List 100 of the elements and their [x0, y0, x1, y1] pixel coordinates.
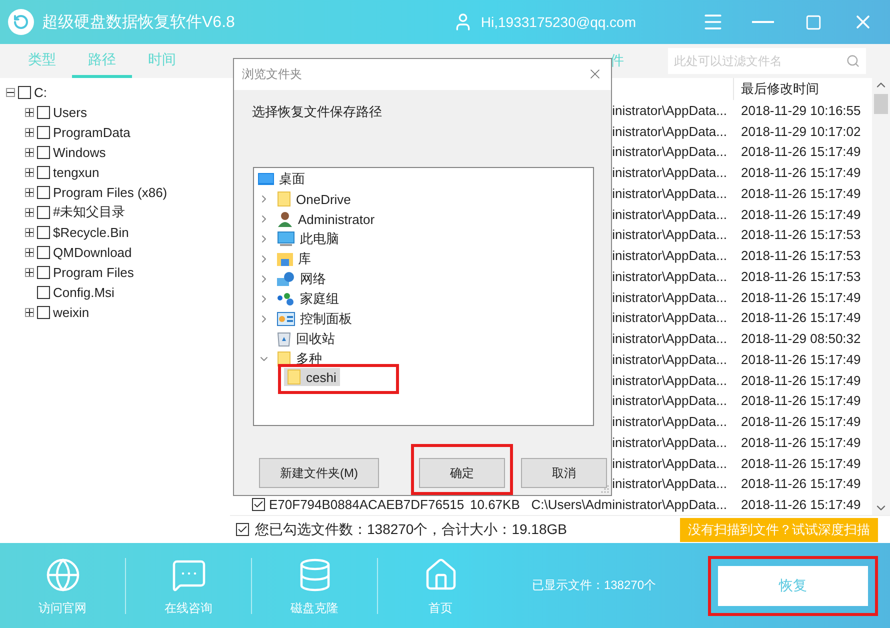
table-cell: inistrator\AppData...: [612, 352, 727, 367]
tree-item[interactable]: $Recycle.Bin: [53, 224, 129, 240]
folder-item[interactable]: 库: [274, 249, 315, 270]
folder-item[interactable]: 回收站: [274, 329, 339, 350]
homegroup-icon: [277, 292, 295, 306]
desktop-icon: [258, 172, 274, 186]
checkbox[interactable]: [37, 306, 50, 318]
expand-icon[interactable]: [25, 228, 34, 236]
folder-item[interactable]: 桌面: [255, 169, 309, 190]
table-cell: inistrator\AppData...: [612, 268, 727, 284]
table-cell: 2018-11-29 10:16:55: [741, 102, 861, 118]
checkbox[interactable]: [37, 226, 50, 238]
table-cell: 2018-11-26 15:17:49: [741, 393, 861, 408]
window-title: 超级硬盘数据恢复软件V6.8: [42, 12, 236, 32]
folder-icon: [277, 191, 291, 208]
expand-icon[interactable]: [25, 168, 34, 176]
tree-item[interactable]: #未知父目录: [53, 203, 126, 221]
checkbox[interactable]: [37, 146, 50, 158]
folder-item[interactable]: 家庭组: [274, 289, 343, 310]
table-cell: 2018-11-26 15:17:49: [741, 165, 861, 180]
checkbox[interactable]: [252, 498, 265, 512]
logo-icon: [8, 9, 34, 35]
network-icon: [277, 271, 295, 288]
user-icon: [277, 211, 293, 228]
checkbox[interactable]: [236, 523, 249, 536]
table-cell: inistrator\AppData...: [612, 165, 727, 180]
tree-item[interactable]: QMDownload: [53, 244, 132, 260]
table-cell: inistrator\AppData...: [612, 227, 727, 242]
folder-item[interactable]: 多种: [274, 349, 326, 370]
folder-item[interactable]: ceshi: [284, 368, 340, 386]
table-cell: inistrator\AppData...: [612, 310, 727, 326]
expand-icon[interactable]: [25, 308, 34, 316]
table-cell: 2018-11-26 15:17:49: [741, 476, 861, 492]
table-cell: 2018-11-26 15:17:49: [741, 290, 861, 305]
table-cell: inistrator\AppData...: [612, 248, 727, 264]
dialog-button[interactable]: 取消: [521, 458, 607, 488]
table-cell: inistrator\AppData...: [612, 186, 727, 201]
tree-item[interactable]: Config.Msi: [53, 284, 114, 300]
tree-item[interactable]: Users: [53, 104, 87, 120]
scrollbar[interactable]: [872, 78, 890, 515]
table-cell: 2018-11-26 15:17:49: [741, 372, 861, 388]
expand-icon[interactable]: [25, 128, 34, 136]
table-cell: 10.67KB: [470, 497, 520, 512]
table-cell: 2018-11-26 15:17:49: [741, 497, 861, 512]
checkbox[interactable]: [37, 106, 50, 118]
tree-item[interactable]: weixin: [53, 304, 90, 320]
expand-icon[interactable]: [25, 248, 34, 256]
expand-icon[interactable]: [25, 188, 34, 196]
folder-item[interactable]: 网络: [274, 269, 330, 290]
table-cell: 2018-11-26 15:17:49: [741, 352, 861, 367]
dialog-button[interactable]: 新建文件夹(M): [259, 458, 379, 488]
tree-item[interactable]: C:: [34, 84, 47, 100]
table-cell: 2018-11-29 08:50:32: [741, 331, 861, 346]
table-cell: inistrator\AppData...: [612, 414, 727, 430]
folder-item[interactable]: 控制面板: [274, 309, 356, 330]
folder-item[interactable]: Administrator: [274, 210, 379, 228]
table-cell: 2018-11-26 15:17:53: [741, 248, 861, 264]
table-cell: C:\Users\Administrator\AppData...: [531, 497, 727, 512]
checkbox[interactable]: [18, 86, 31, 98]
minimize-icon: [752, 21, 774, 23]
scroll-thumb[interactable]: [874, 94, 888, 114]
checkbox[interactable]: [37, 186, 50, 198]
tree-item[interactable]: Windows: [53, 144, 106, 160]
tree-item[interactable]: tengxun: [53, 164, 100, 180]
checkbox[interactable]: [37, 286, 50, 298]
table-cell: 2018-11-26 15:17:49: [741, 144, 861, 160]
checkbox[interactable]: [37, 126, 50, 138]
table-cell: inistrator\AppData...: [612, 456, 727, 471]
table-cell: inistrator\AppData...: [612, 434, 727, 450]
maximize-icon: [804, 14, 822, 30]
checkbox[interactable]: [37, 206, 50, 218]
file-count: 已显示文件：138270个: [532, 577, 656, 594]
folder-item[interactable]: OneDrive: [274, 190, 355, 208]
tree-item[interactable]: Program Files: [53, 264, 134, 280]
table-cell: inistrator\AppData...: [612, 476, 727, 492]
table-cell: 2018-11-29 10:17:02: [741, 124, 861, 139]
library-icon: [277, 251, 293, 268]
expand-icon[interactable]: [25, 108, 34, 116]
table-cell: inistrator\AppData...: [612, 206, 727, 222]
resize-grip-icon[interactable]: [601, 485, 609, 493]
expand-icon[interactable]: [25, 268, 34, 276]
dialog-button[interactable]: 确定: [419, 458, 505, 488]
recycle-bin-icon: [277, 331, 291, 348]
table-cell: inistrator\AppData...: [612, 124, 727, 139]
selection-summary: 您已勾选文件数：138270个，合计大小：19.18GB: [255, 520, 568, 538]
dialog-title: 浏览文件夹: [242, 66, 303, 83]
checkbox[interactable]: [37, 166, 50, 178]
table-cell: inistrator\AppData...: [612, 144, 727, 160]
tree-item[interactable]: ProgramData: [53, 124, 130, 140]
folder-item[interactable]: 此电脑: [274, 229, 343, 250]
table-cell: inistrator\AppData...: [612, 372, 727, 388]
checkbox[interactable]: [37, 266, 50, 278]
tree-item[interactable]: Program Files (x86): [53, 184, 168, 200]
expand-icon[interactable]: [25, 148, 34, 156]
collapse-icon[interactable]: [6, 88, 15, 96]
expand-icon[interactable]: [25, 208, 34, 216]
table-cell: inistrator\AppData...: [612, 331, 727, 346]
control-panel-icon: [277, 312, 295, 326]
checkbox[interactable]: [37, 246, 50, 258]
computer-icon: [277, 231, 295, 248]
